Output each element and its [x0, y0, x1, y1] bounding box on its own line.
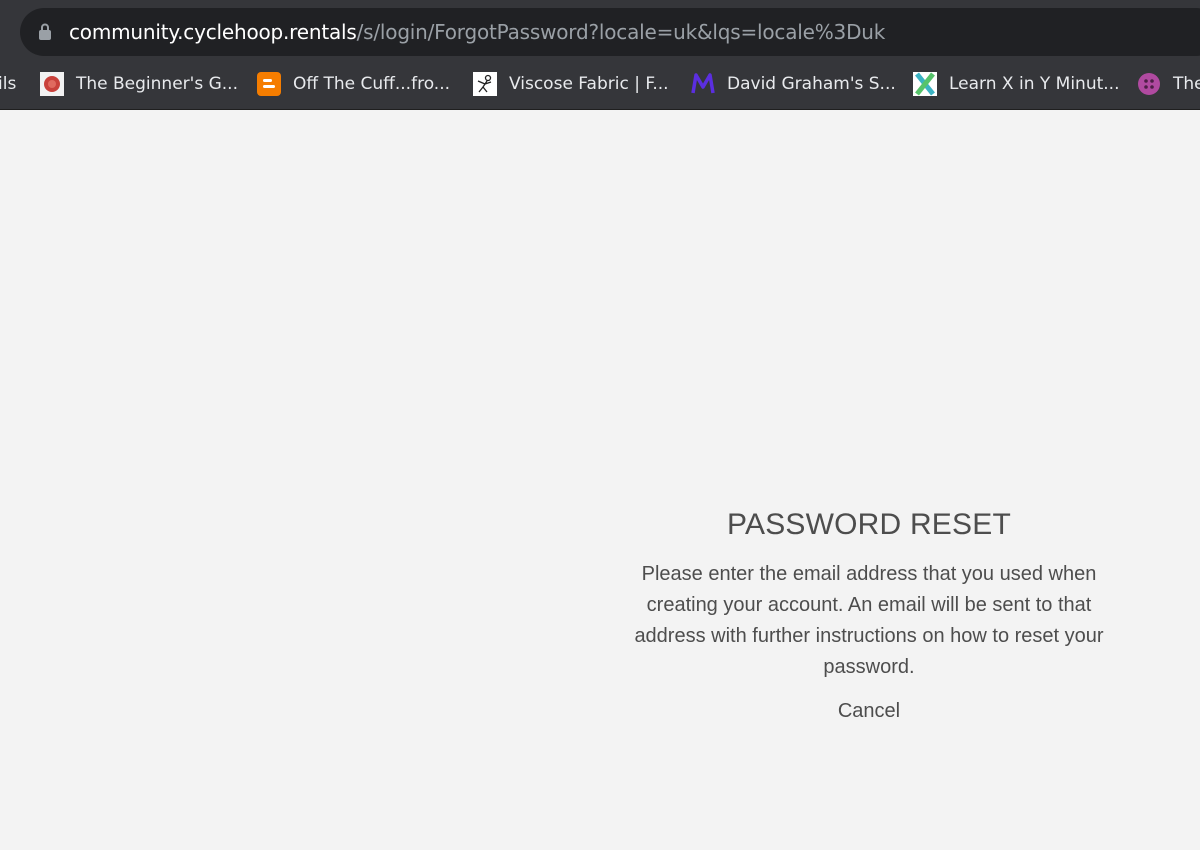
password-reset-panel: PASSWORD RESET Please enter the email ad…: [619, 505, 1119, 725]
bookmark-label: Viscose Fabric | F...: [509, 74, 669, 94]
bookmark-label: David Graham's S...: [727, 74, 896, 94]
cancel-link[interactable]: Cancel: [838, 700, 900, 722]
bookmark-label: The: [1173, 74, 1200, 94]
red-circle-icon: [40, 72, 64, 96]
url-text[interactable]: community.cyclehoop.rentals/s/login/Forg…: [69, 19, 885, 45]
page-content: PASSWORD RESET Please enter the email ad…: [0, 110, 1200, 850]
browser-chrome: community.cyclehoop.rentals/s/login/Forg…: [0, 0, 1200, 110]
url-host: community.cyclehoop.rentals: [69, 20, 357, 44]
bookmark-item[interactable]: Viscose Fabric | F...: [473, 71, 669, 97]
blogger-icon: [257, 72, 281, 96]
lock-icon[interactable]: [38, 23, 52, 41]
bookmarks-bar: ils The Beginner's G... Off The Cuff...f…: [0, 60, 1200, 106]
page-title: PASSWORD RESET: [727, 508, 1011, 541]
bookmark-item[interactable]: Off The Cuff...fro...: [257, 71, 450, 97]
bookmark-item[interactable]: David Graham's S...: [691, 71, 896, 97]
bookmark-label: The Beginner's G...: [76, 74, 238, 94]
bookmark-item[interactable]: The: [1137, 71, 1200, 97]
purple-m-icon: [691, 73, 715, 94]
bookmark-label: Learn X in Y Minut...: [949, 74, 1120, 94]
url-path: /s/login/ForgotPassword?locale=uk&lqs=lo…: [356, 20, 886, 44]
address-bar[interactable]: community.cyclehoop.rentals/s/login/Forg…: [20, 8, 1200, 56]
x-logo-icon: [913, 72, 937, 96]
reset-instructions: Please enter the email address that you …: [634, 563, 1104, 678]
bookmark-item[interactable]: ils: [0, 71, 16, 97]
purple-circle-icon: [1138, 73, 1160, 95]
stick-figure-icon: [473, 72, 497, 96]
bookmark-label: Off The Cuff...fro...: [293, 74, 451, 94]
bookmark-label: ils: [0, 74, 17, 94]
bookmark-item[interactable]: Learn X in Y Minut...: [913, 71, 1119, 97]
bookmark-item[interactable]: The Beginner's G...: [40, 71, 238, 97]
